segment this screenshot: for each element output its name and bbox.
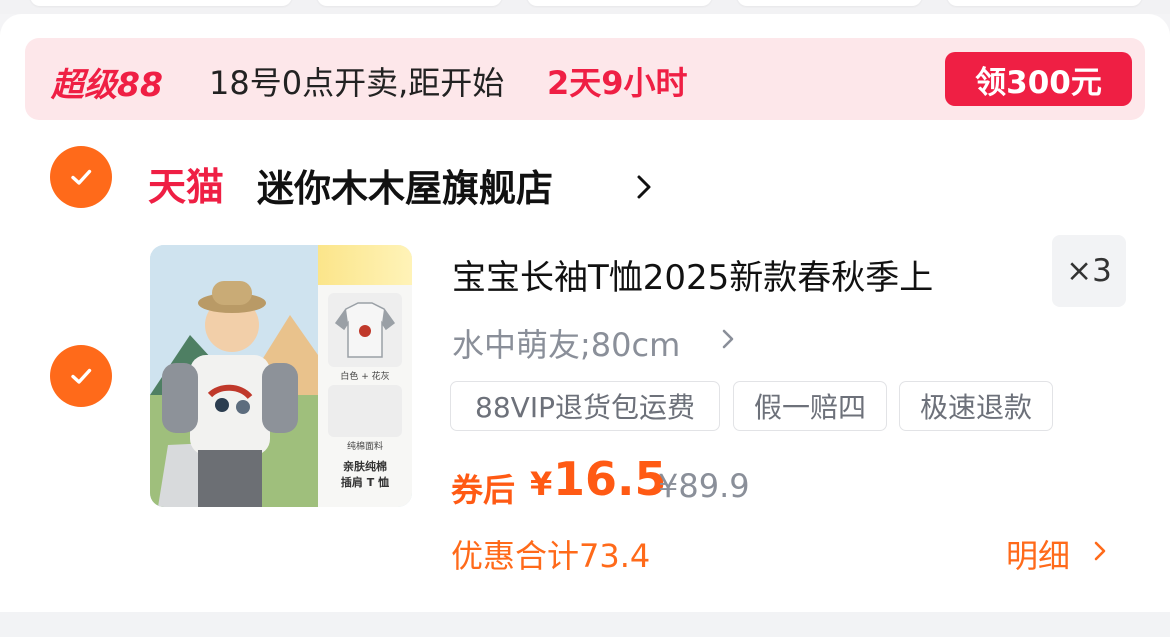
product-image-panel: 白色 + 花灰 纯棉面料 亲肤纯棉 插肩 T 恤: [318, 245, 412, 507]
bottom-divider: [0, 612, 1170, 637]
product-photo: [150, 245, 318, 507]
store-name-link[interactable]: 迷你木木屋旗舰店: [257, 158, 553, 212]
service-tag: 88VIP退货包运费: [450, 381, 720, 431]
panel-caption-line2: 插肩 T 恤: [340, 476, 390, 489]
top-tab[interactable]: [30, 0, 292, 6]
service-tag: 极速退款: [899, 381, 1053, 431]
panel-banner: [318, 245, 412, 285]
top-tab[interactable]: [947, 0, 1142, 6]
check-icon: [71, 169, 92, 185]
discount-total: 优惠合计73.4: [451, 537, 651, 575]
promo-countdown: 2天9小时: [547, 64, 688, 102]
price-label: 券后: [451, 471, 516, 509]
chevron-right-icon[interactable]: [1092, 539, 1108, 563]
original-price: ¥89.9: [658, 467, 750, 505]
check-icon: [71, 368, 92, 384]
promo-banner: 超级88 18号0点开卖,距开始 2天9小时 领300元: [25, 38, 1145, 120]
price-currency: ¥: [530, 465, 553, 503]
chevron-right-icon[interactable]: [720, 327, 736, 351]
promo-brand: 超级88: [51, 65, 163, 104]
fabric-label: 纯棉面料: [346, 442, 383, 452]
store-checkbox[interactable]: [50, 146, 112, 208]
chevron-right-icon[interactable]: [634, 173, 654, 201]
fabric-swatch: [328, 385, 402, 437]
promo-text: 18号0点开卖,距开始: [209, 64, 505, 102]
claim-coupon-button[interactable]: 领300元: [945, 52, 1132, 106]
product-image[interactable]: 白色 + 花灰 纯棉面料 亲肤纯棉 插肩 T 恤: [150, 245, 412, 507]
product-title[interactable]: 宝宝长袖T恤2025新款春秋季上: [452, 250, 1032, 299]
quantity-selector[interactable]: ×3: [1052, 235, 1126, 307]
details-link[interactable]: 明细: [1006, 531, 1070, 577]
top-tab[interactable]: [737, 0, 922, 6]
sku-selector[interactable]: 水中萌友;80cm: [452, 320, 680, 366]
product-checkbox[interactable]: [50, 345, 112, 407]
top-tab[interactable]: [527, 0, 712, 6]
color-swatch: [328, 293, 402, 367]
platform-label: 天猫: [148, 165, 225, 209]
top-tab-strip: [0, 0, 1170, 14]
service-tag: 假一赔四: [733, 381, 887, 431]
shirt-icon: [334, 302, 396, 358]
price-value: 16.5: [553, 452, 667, 506]
panel-caption-line1: 亲肤纯棉: [343, 460, 387, 473]
top-tab[interactable]: [317, 0, 502, 6]
cart-store-card: 超级88 18号0点开卖,距开始 2天9小时 领300元 天猫 迷你木木屋旗舰店: [0, 14, 1170, 612]
swatch-label: 白色 + 花灰: [340, 372, 390, 382]
